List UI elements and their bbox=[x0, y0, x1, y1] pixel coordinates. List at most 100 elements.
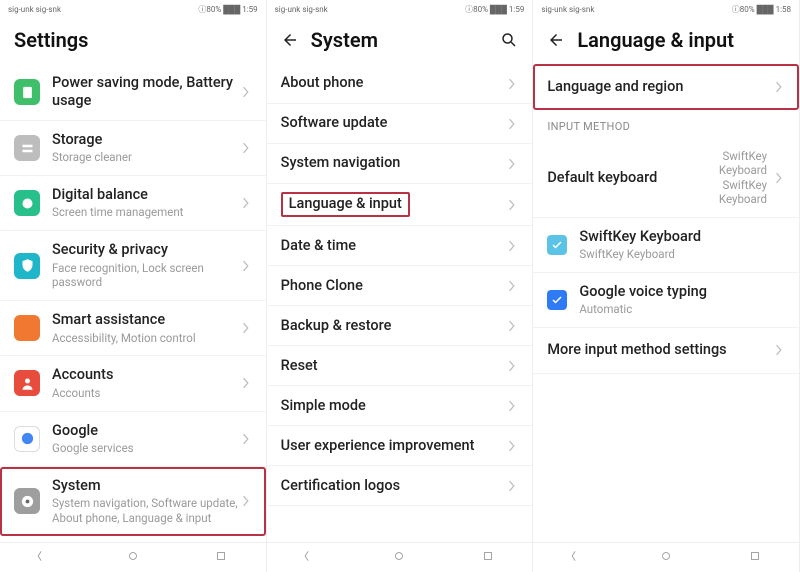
chevron-right-icon bbox=[773, 344, 785, 356]
chevron-right-icon bbox=[506, 320, 518, 332]
settings-row-assist[interactable]: Smart assistance Accessibility, Motion co… bbox=[0, 301, 266, 356]
nav-home-icon[interactable] bbox=[392, 548, 406, 567]
row-title: User experience improvement bbox=[281, 437, 475, 454]
row-title: About phone bbox=[281, 74, 364, 91]
header-language-input: Language & input bbox=[533, 18, 799, 64]
header-settings: Settings bbox=[0, 18, 266, 64]
nav-back-icon[interactable] bbox=[37, 548, 51, 567]
settings-row-battery[interactable]: Power saving mode, Battery usage bbox=[0, 64, 266, 121]
row-subtitle: Screen time management bbox=[52, 205, 240, 220]
nav-home-icon[interactable] bbox=[659, 548, 673, 567]
row-subtitle: SwiftKey Keyboard bbox=[579, 247, 785, 262]
chevron-right-icon bbox=[506, 360, 518, 372]
row-title: Default keyboard bbox=[547, 169, 697, 187]
chevron-right-icon bbox=[506, 158, 518, 170]
chevron-right-icon bbox=[240, 197, 252, 209]
row-more-input-settings[interactable]: More input method settings bbox=[533, 328, 799, 374]
system-row[interactable]: Simple mode bbox=[267, 386, 533, 426]
status-left: sig-unk sig-snk bbox=[541, 5, 594, 14]
row-title: Storage bbox=[52, 131, 240, 149]
system-row[interactable]: Phone Clone bbox=[267, 266, 533, 306]
nav-bar bbox=[533, 542, 799, 572]
status-right: ⓘ80% ███ 1:59 bbox=[198, 4, 257, 15]
back-icon[interactable] bbox=[547, 31, 565, 49]
row-subtitle: Google services bbox=[52, 441, 240, 456]
battery-icon bbox=[14, 79, 40, 105]
status-bar: sig-unk sig-snk ⓘ80% ███ 1:58 bbox=[533, 0, 799, 18]
row-title: Software update bbox=[281, 114, 388, 131]
settings-row-google[interactable]: GoogleGoogle services bbox=[0, 412, 266, 467]
status-bar: sig-unk sig-snk ⓘ80% ███ 1:59 bbox=[0, 0, 266, 18]
nav-home-icon[interactable] bbox=[126, 548, 140, 567]
system-list: About phone Software update System navigat… bbox=[267, 64, 533, 542]
row-title: Language & input bbox=[281, 192, 410, 217]
status-bar: sig-unk sig-snk ⓘ80% ███ 1:59 bbox=[267, 0, 533, 18]
row-title: Language and region bbox=[547, 78, 773, 96]
page-title: Language & input bbox=[577, 28, 734, 52]
system-row[interactable]: About phone bbox=[267, 64, 533, 104]
system-row[interactable]: Reset bbox=[267, 346, 533, 386]
settings-row-system[interactable]: SystemSystem navigation, Software update… bbox=[0, 467, 266, 536]
section-input-method: INPUT METHOD bbox=[533, 110, 799, 139]
nav-recent-icon[interactable] bbox=[214, 548, 228, 567]
row-title: Google voice typing bbox=[579, 283, 785, 301]
system-icon bbox=[14, 488, 40, 514]
chevron-right-icon bbox=[506, 280, 518, 292]
row-title: SwiftKey Keyboard bbox=[579, 228, 785, 246]
checkbox-icon[interactable] bbox=[547, 235, 567, 255]
nav-bar bbox=[0, 542, 266, 572]
row-title: Date & time bbox=[281, 237, 356, 254]
back-icon[interactable] bbox=[281, 31, 299, 49]
settings-row-user[interactable]: Accounts Accounts bbox=[0, 356, 266, 411]
row-title: Simple mode bbox=[281, 397, 366, 414]
system-row[interactable]: Software update bbox=[267, 104, 533, 144]
row-title: Security & privacy bbox=[52, 241, 240, 259]
system-row[interactable]: User experience improvement bbox=[267, 426, 533, 466]
system-row[interactable]: Date & time bbox=[267, 226, 533, 266]
row-title: Power saving mode, Battery usage bbox=[52, 74, 240, 110]
shield-icon bbox=[14, 253, 40, 279]
chevron-right-icon bbox=[506, 440, 518, 452]
google-icon bbox=[14, 426, 40, 452]
row-title: Certification logos bbox=[281, 477, 400, 494]
nav-back-icon[interactable] bbox=[304, 548, 318, 567]
row-subtitle: Face recognition, Lock screen password bbox=[52, 261, 240, 291]
row-title: Reset bbox=[281, 357, 318, 374]
chevron-right-icon bbox=[506, 400, 518, 412]
settings-row-shield[interactable]: Security & privacy Face recognition, Lock… bbox=[0, 231, 266, 301]
settings-row-storage[interactable]: StorageStorage cleaner bbox=[0, 121, 266, 176]
system-row[interactable]: Language & input bbox=[267, 184, 533, 226]
page-title: System bbox=[311, 28, 378, 52]
row-swiftkey-keyboard[interactable]: SwiftKey Keyboard SwiftKey Keyboard bbox=[533, 218, 799, 273]
assist-icon bbox=[14, 315, 40, 341]
panel-system: sig-unk sig-snk ⓘ80% ███ 1:59 System Abo… bbox=[267, 0, 534, 572]
row-language-region[interactable]: Language and region bbox=[533, 64, 799, 110]
page-title: Settings bbox=[14, 28, 88, 52]
nav-recent-icon[interactable] bbox=[748, 548, 762, 567]
row-title: Phone Clone bbox=[281, 277, 363, 294]
checkbox-icon[interactable] bbox=[547, 290, 567, 310]
status-right: ⓘ80% ███ 1:59 bbox=[465, 4, 524, 15]
status-right: ⓘ80% ███ 1:58 bbox=[732, 4, 791, 15]
row-subtitle: Accessibility, Motion control bbox=[52, 331, 240, 346]
search-icon[interactable] bbox=[500, 31, 518, 49]
nav-recent-icon[interactable] bbox=[481, 548, 495, 567]
chevron-right-icon bbox=[240, 260, 252, 272]
row-title: Backup & restore bbox=[281, 317, 392, 334]
system-row[interactable]: Certification logos bbox=[267, 466, 533, 506]
header-system: System bbox=[267, 18, 533, 64]
row-title: Smart assistance bbox=[52, 311, 240, 329]
row-default-keyboard[interactable]: Default keyboard SwiftKey Keyboard Swift… bbox=[533, 139, 799, 218]
chevron-right-icon bbox=[240, 377, 252, 389]
settings-list: Power saving mode, Battery usageStorageS… bbox=[0, 64, 266, 542]
panel-language-input: sig-unk sig-snk ⓘ80% ███ 1:58 Language &… bbox=[533, 0, 800, 572]
row-title: More input method settings bbox=[547, 341, 773, 359]
row-title: Accounts bbox=[52, 366, 240, 384]
row-subtitle: Accounts bbox=[52, 386, 240, 401]
system-row[interactable]: System navigation bbox=[267, 144, 533, 184]
row-value: SwiftKey Keyboard SwiftKey Keyboard bbox=[697, 149, 767, 207]
row-google-voice-typing[interactable]: Google voice typing Automatic bbox=[533, 273, 799, 328]
settings-row-balance[interactable]: Digital balanceScreen time management bbox=[0, 176, 266, 231]
nav-back-icon[interactable] bbox=[571, 548, 585, 567]
system-row[interactable]: Backup & restore bbox=[267, 306, 533, 346]
